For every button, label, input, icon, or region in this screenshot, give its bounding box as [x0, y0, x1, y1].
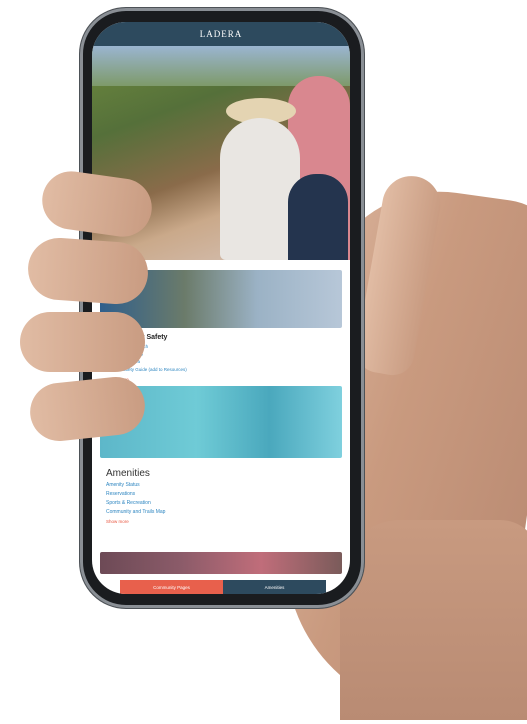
- amenities-link[interactable]: Sports & Recreation: [106, 500, 342, 506]
- amenities-show-more[interactable]: Show more: [106, 519, 342, 524]
- safety-link[interactable]: Ladera Safety Guide (add to Resources): [106, 367, 342, 373]
- amenities-link[interactable]: Amenity Status: [106, 482, 342, 488]
- phone-screen: LADERA Community Safety Neighborhood Wat…: [92, 22, 350, 594]
- bottom-nav: Community Pages Amenities: [120, 580, 326, 594]
- amenities-title: Amenities: [106, 468, 150, 479]
- next-image: [100, 552, 342, 574]
- app-header: LADERA: [92, 22, 350, 46]
- logo[interactable]: LADERA: [200, 29, 243, 39]
- hand-wrist: [340, 520, 527, 720]
- safety-link[interactable]: Be Smart Ladera: [106, 359, 342, 365]
- card-next: [100, 552, 342, 574]
- amenities-button[interactable]: Amenities: [223, 580, 326, 594]
- safety-show-more[interactable]: Show more: [106, 377, 342, 382]
- community-pages-button[interactable]: Community Pages: [120, 580, 223, 594]
- finger-middle: [25, 235, 151, 307]
- amenities-link[interactable]: Reservations: [106, 491, 342, 497]
- finger-ring: [20, 312, 145, 372]
- amenities-link[interactable]: Community and Trails Map: [106, 509, 342, 515]
- hero-boy: [288, 174, 348, 260]
